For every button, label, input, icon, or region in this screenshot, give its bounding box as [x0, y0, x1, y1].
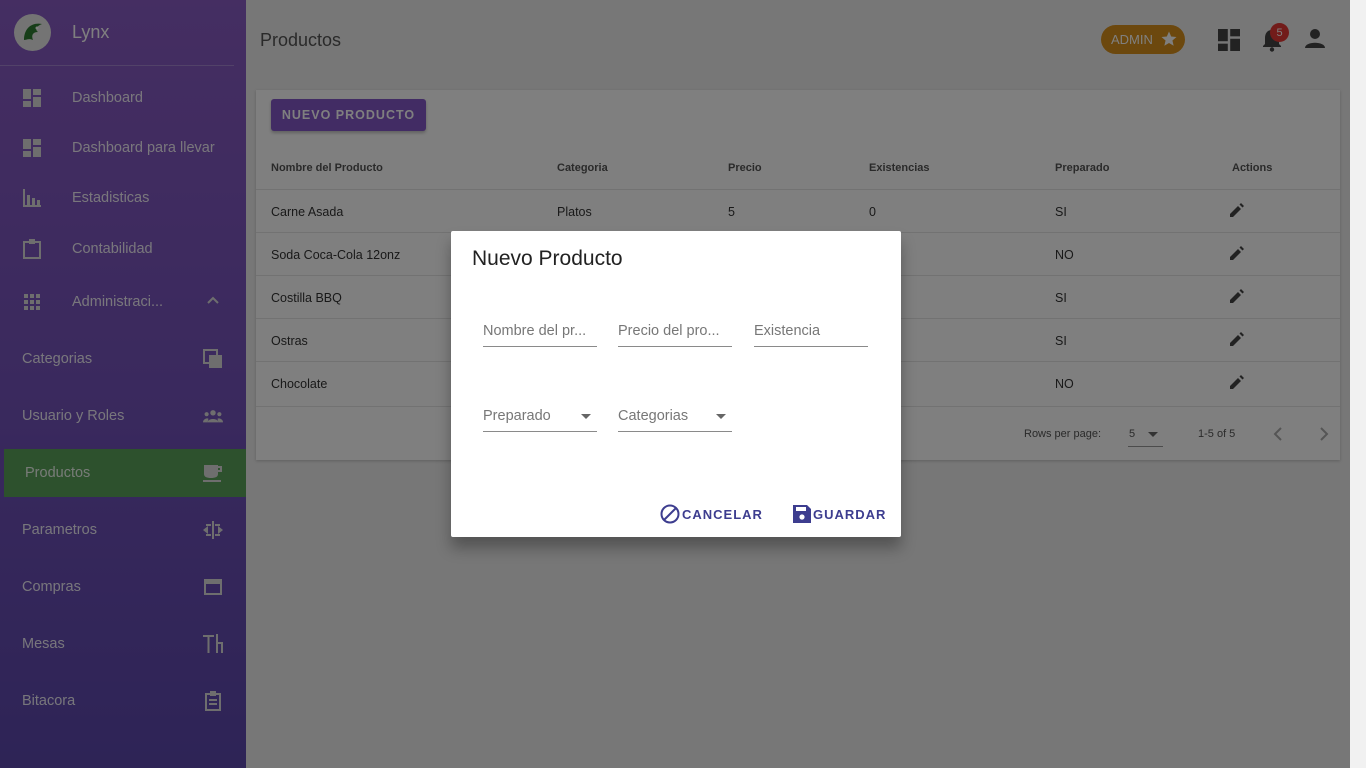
cancel-button-label: CANCELAR [682, 506, 763, 522]
block-icon [660, 504, 680, 524]
save-floppy-icon [793, 505, 811, 523]
cancel-button[interactable]: CANCELAR [660, 502, 763, 526]
product-name-field[interactable] [483, 317, 597, 347]
save-button-label: GUARDAR [813, 506, 887, 522]
product-stock-input[interactable] [754, 317, 868, 345]
product-stock-field[interactable] [754, 317, 868, 347]
category-select-label: Categorias [618, 408, 689, 424]
page-scrollbar[interactable] [1350, 0, 1366, 768]
new-product-dialog: Nuevo Producto Preparado Categorias CANC… [451, 231, 901, 537]
product-price-field[interactable] [618, 317, 732, 347]
product-name-input[interactable] [483, 317, 597, 345]
prepared-select[interactable]: Preparado [483, 402, 597, 432]
caret-down-icon [581, 414, 591, 419]
category-select[interactable]: Categorias [618, 402, 732, 432]
product-price-input[interactable] [618, 317, 732, 345]
prepared-select-label: Preparado [483, 408, 551, 424]
dialog-title: Nuevo Producto [472, 247, 623, 270]
save-button[interactable]: GUARDAR [793, 502, 886, 526]
caret-down-icon [716, 414, 726, 419]
